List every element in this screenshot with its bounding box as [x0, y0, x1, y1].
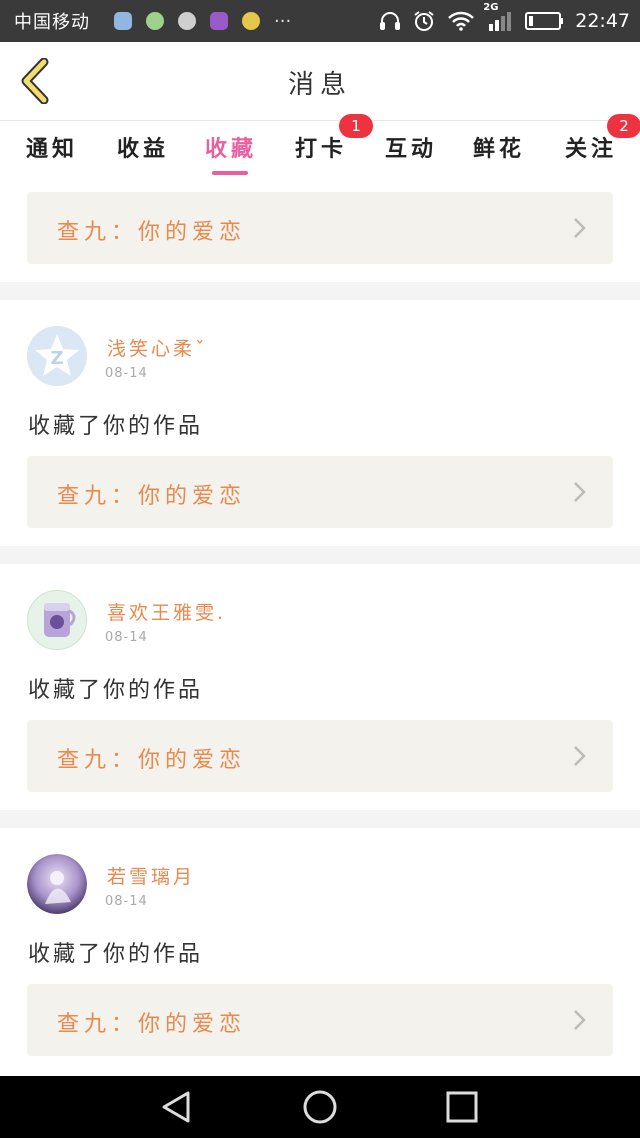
network-type: 2G — [483, 2, 499, 13]
page-title: 消息 — [287, 70, 352, 100]
message-list[interactable]: 查九：你的爱恋 Z 浅笑心柔ˇ 08-14 收藏了你的作品 查九：你的爱恋 喜欢… — [0, 183, 640, 1076]
system-nav-bar — [0, 1076, 640, 1138]
more-notifications-icon: ··· — [274, 10, 292, 32]
avatar[interactable] — [27, 854, 87, 914]
timestamp: 08-14 — [105, 630, 148, 645]
work-link[interactable]: 查九：你的爱恋 — [27, 720, 613, 792]
tab-checkin[interactable]: 打卡 — [293, 131, 349, 171]
work-link[interactable]: 查九：你的爱恋 — [27, 456, 613, 528]
avatar[interactable]: Z — [27, 326, 87, 386]
carrier-name: 中国移动 — [14, 12, 90, 33]
tab-flowers[interactable]: 鲜花 — [471, 131, 527, 171]
svg-text:Z: Z — [50, 348, 63, 369]
header-bar: 消息 — [0, 42, 640, 121]
action-text: 收藏了你的作品 — [28, 942, 204, 967]
tab-label: 通知 — [25, 137, 78, 162]
message-tabs: 通知 收益 收藏 打卡 互动 鲜花 关注 1 2 — [0, 114, 640, 183]
app-notification-icon — [114, 12, 132, 30]
tab-label: 鲜花 — [472, 137, 525, 162]
app-notification-icon — [242, 12, 260, 30]
chevron-right-icon — [574, 218, 586, 238]
work-title: 查九：你的爱恋 — [57, 484, 247, 509]
action-text: 收藏了你的作品 — [28, 678, 204, 703]
username[interactable]: 浅笑心柔ˇ — [107, 334, 208, 361]
active-tab-indicator — [212, 171, 248, 175]
checkin-badge: 1 — [339, 114, 373, 138]
tab-notify[interactable]: 通知 — [24, 131, 80, 171]
clock: 22:47 — [575, 10, 630, 32]
chevron-right-icon — [574, 482, 586, 502]
tab-label: 关注 — [564, 137, 617, 162]
back-triangle-icon[interactable] — [158, 1089, 194, 1125]
avatar[interactable] — [27, 590, 87, 650]
app-notification-icon — [178, 12, 196, 30]
tab-label: 打卡 — [294, 137, 347, 162]
work-title: 查九：你的爱恋 — [57, 1012, 247, 1037]
purple-cup-avatar-icon — [28, 591, 86, 649]
signal-icon: 2G — [483, 2, 513, 32]
tab-label: 收藏 — [204, 137, 257, 162]
tab-label: 收益 — [116, 137, 169, 162]
qzone-avatar-icon: Z — [27, 326, 87, 386]
tab-earnings[interactable]: 收益 — [115, 131, 171, 171]
recents-square-icon[interactable] — [444, 1089, 480, 1125]
chevron-right-icon — [574, 1010, 586, 1030]
tab-interact[interactable]: 互动 — [383, 131, 439, 171]
timestamp: 08-14 — [105, 366, 148, 381]
tab-follow[interactable]: 关注 — [563, 131, 619, 171]
list-item: 喜欢王雅雯. 08-14 收藏了你的作品 查九：你的爱恋 — [0, 564, 640, 810]
username[interactable]: 喜欢王雅雯. — [107, 598, 226, 625]
tab-label: 互动 — [384, 137, 437, 162]
home-circle-icon[interactable] — [302, 1089, 338, 1125]
action-text: 收藏了你的作品 — [28, 414, 204, 439]
status-bar: 中国移动 ··· 2G 22:47 — [0, 0, 640, 42]
work-link[interactable]: 查九：你的爱恋 — [27, 192, 613, 264]
app-notification-icon — [146, 12, 164, 30]
work-title: 查九：你的爱恋 — [57, 220, 247, 245]
timestamp: 08-14 — [105, 894, 148, 909]
alarm-icon — [413, 10, 435, 32]
battery-icon — [525, 11, 565, 31]
tab-favorites[interactable]: 收藏 — [203, 131, 259, 171]
follow-badge: 2 — [607, 114, 640, 138]
headphones-icon — [379, 11, 401, 31]
list-item: 若雪璃月 08-14 收藏了你的作品 查九：你的爱恋 — [0, 828, 640, 1076]
list-item: Z 浅笑心柔ˇ 08-14 收藏了你的作品 查九：你的爱恋 — [0, 300, 640, 546]
wifi-icon — [447, 11, 475, 31]
anime-girl-avatar-icon — [27, 854, 87, 914]
notification-icons: ··· — [100, 11, 291, 32]
work-link[interactable]: 查九：你的爱恋 — [27, 984, 613, 1056]
username[interactable]: 若雪璃月 — [107, 862, 195, 889]
list-item: 查九：你的爱恋 — [0, 183, 640, 282]
gallery-notification-icon — [210, 12, 228, 30]
work-title: 查九：你的爱恋 — [57, 748, 247, 773]
chevron-right-icon — [574, 746, 586, 766]
